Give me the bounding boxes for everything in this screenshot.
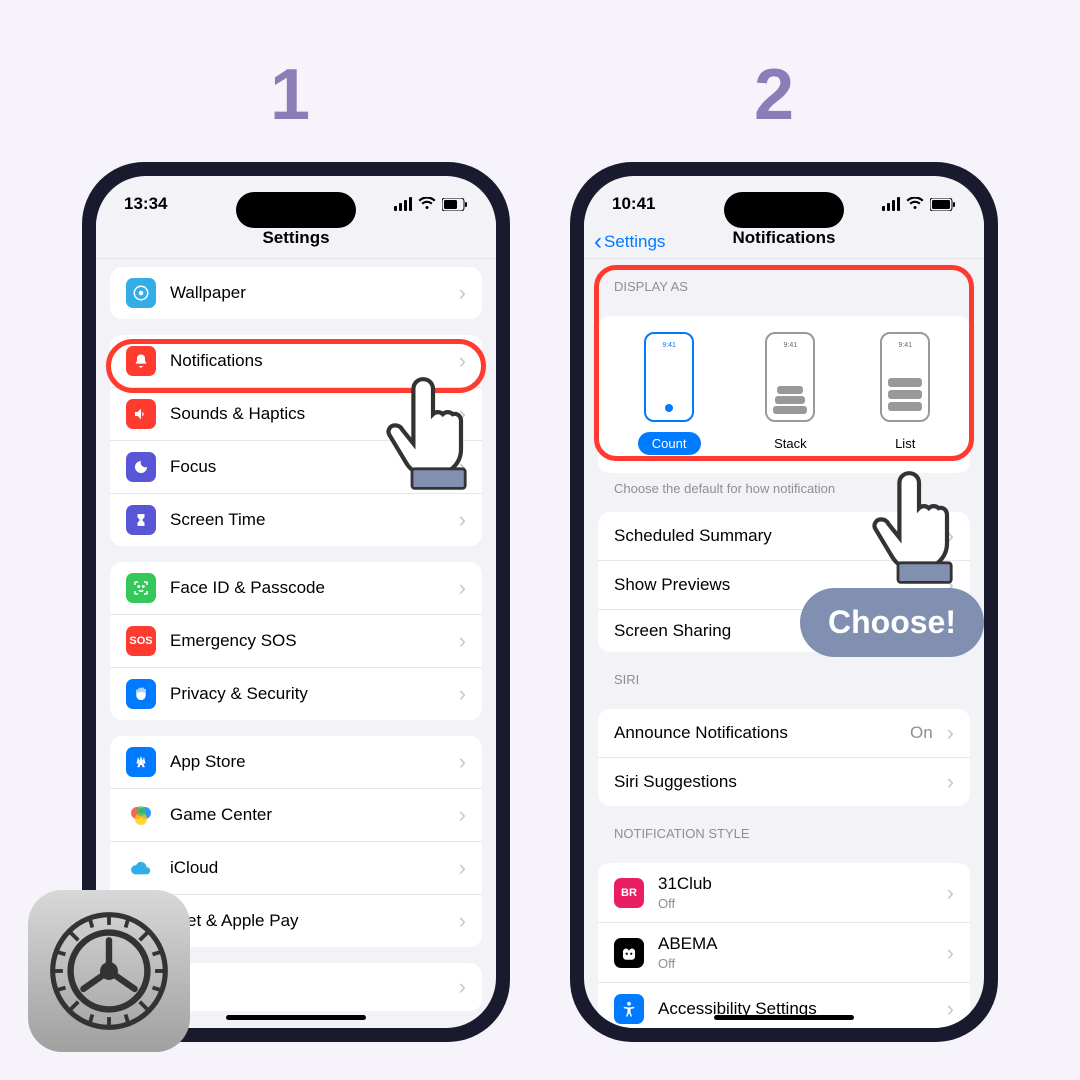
hand-icon — [126, 679, 156, 709]
chevron-icon: › — [459, 681, 466, 707]
row-wallpaper[interactable]: Wallpaper › — [110, 267, 482, 319]
wifi-icon — [906, 197, 924, 211]
row-label: Wallpaper — [170, 283, 445, 303]
cursor-icon — [370, 354, 510, 494]
app-status: Off — [658, 956, 933, 971]
row-label: App Store — [170, 752, 445, 772]
row-label: Privacy & Security — [170, 684, 445, 704]
chevron-icon: › — [947, 720, 954, 746]
row-faceid[interactable]: Face ID & Passcode › — [110, 562, 482, 615]
row-emergency[interactable]: SOS Emergency SOS › — [110, 615, 482, 668]
choose-bubble: Choose! — [800, 588, 984, 657]
wallpaper-icon — [126, 278, 156, 308]
back-button[interactable]: ‹ Settings — [594, 228, 665, 256]
status-time: 10:41 — [612, 194, 655, 214]
chevron-icon: › — [947, 769, 954, 795]
hourglass-icon — [126, 505, 156, 535]
row-value: On — [910, 723, 933, 743]
chevron-icon: › — [459, 628, 466, 654]
app-icon-31club: BR — [614, 878, 644, 908]
settings-app-icon — [28, 890, 190, 1052]
row-privacy[interactable]: Privacy & Security › — [110, 668, 482, 720]
cellular-icon — [394, 197, 412, 211]
chevron-icon: › — [459, 802, 466, 828]
row-announce[interactable]: Announce Notifications On › — [598, 709, 970, 758]
status-time: 13:34 — [124, 194, 167, 214]
option-list[interactable]: 9:41 List — [880, 332, 930, 455]
chevron-icon: › — [459, 855, 466, 881]
option-stack[interactable]: 9:41 Stack — [760, 332, 821, 455]
cursor-icon — [856, 448, 996, 588]
chevron-icon: › — [947, 880, 954, 906]
gear-icon — [45, 907, 173, 1035]
row-icloud[interactable]: iCloud › — [110, 842, 482, 895]
row-app-abema[interactable]: ABEMA Off › — [598, 923, 970, 983]
app-name: 31Club — [658, 874, 933, 894]
row-label: Game Center — [170, 805, 445, 825]
siri-header: SIRI — [584, 652, 984, 693]
gamecenter-icon — [126, 800, 156, 830]
row-label: Siri Suggestions — [614, 772, 933, 792]
cellular-icon — [882, 197, 900, 211]
chevron-icon: › — [459, 908, 466, 934]
chevron-icon: › — [459, 575, 466, 601]
back-label: Settings — [604, 232, 665, 252]
option-label: Count — [638, 432, 701, 455]
option-label: Stack — [760, 432, 821, 455]
row-siri-suggestions[interactable]: Siri Suggestions › — [598, 758, 970, 806]
style-header: NOTIFICATION STYLE — [584, 806, 984, 847]
dynamic-island — [724, 192, 844, 228]
display-as-header: DISPLAY AS — [584, 259, 984, 300]
chevron-icon: › — [459, 974, 466, 1000]
row-label: Announce Notifications — [614, 723, 896, 743]
battery-icon — [442, 198, 468, 211]
chevron-icon: › — [947, 940, 954, 966]
bell-icon — [126, 346, 156, 376]
row-screentime[interactable]: Screen Time › — [110, 494, 482, 546]
cloud-icon — [126, 853, 156, 883]
appstore-icon — [126, 747, 156, 777]
row-label: iCloud — [170, 858, 445, 878]
speaker-icon — [126, 399, 156, 429]
row-appstore[interactable]: App Store › — [110, 736, 482, 789]
chevron-icon: › — [459, 280, 466, 306]
chevron-icon: › — [459, 507, 466, 533]
faceid-icon — [126, 573, 156, 603]
sos-icon: SOS — [126, 626, 156, 656]
row-label: allet & Apple Pay — [170, 911, 445, 931]
app-icon-abema — [614, 938, 644, 968]
nav-title: Settings — [112, 228, 480, 248]
app-icon-accessibility — [614, 994, 644, 1024]
chevron-icon: › — [947, 996, 954, 1022]
app-name: ABEMA — [658, 934, 933, 954]
step-number-2: 2 — [754, 54, 794, 136]
dynamic-island — [236, 192, 356, 228]
row-label: Face ID & Passcode — [170, 578, 445, 598]
moon-icon — [126, 452, 156, 482]
battery-icon — [930, 198, 956, 211]
chevron-icon: › — [459, 749, 466, 775]
home-indicator — [714, 1015, 854, 1020]
row-label: Screen Time — [170, 510, 445, 530]
app-status: Off — [658, 896, 933, 911]
wifi-icon — [418, 197, 436, 211]
option-count[interactable]: 9:41 Count — [638, 332, 701, 455]
row-label: Emergency SOS — [170, 631, 445, 651]
step-number-1: 1 — [270, 54, 310, 136]
row-app-accessibility[interactable]: Accessibility Settings › — [598, 983, 970, 1028]
home-indicator — [226, 1015, 366, 1020]
row-gamecenter[interactable]: Game Center › — [110, 789, 482, 842]
chevron-left-icon: ‹ — [594, 228, 602, 256]
row-app-31club[interactable]: BR 31Club Off › — [598, 863, 970, 923]
